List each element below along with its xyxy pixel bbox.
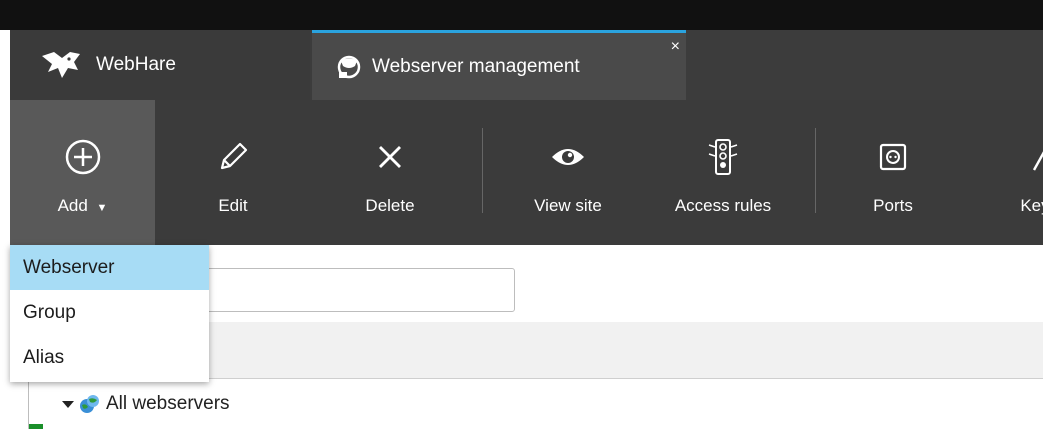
key-button[interactable]: Key xyxy=(1000,100,1043,245)
edit-button[interactable]: Edit xyxy=(183,100,283,245)
ports-button-label: Ports xyxy=(873,196,913,215)
tree-row-all-webservers[interactable]: All webservers xyxy=(28,384,230,424)
delete-button-label: Delete xyxy=(365,196,415,215)
window-top-band xyxy=(0,0,1043,30)
tab-webhare-label: WebHare xyxy=(96,54,176,75)
delete-button[interactable]: Delete xyxy=(340,100,440,245)
plus-circle-icon xyxy=(65,139,100,175)
view-site-button-label: View site xyxy=(534,196,602,215)
tab-webhare[interactable]: WebHare xyxy=(10,30,310,100)
toolbar-separator xyxy=(482,128,483,213)
toolbar-separator xyxy=(815,128,816,213)
dropdown-arrow-icon: ▼ xyxy=(96,202,108,214)
add-button-label: Add xyxy=(57,196,88,215)
search-input[interactable] xyxy=(195,268,515,312)
selection-marker xyxy=(29,424,43,429)
view-site-button[interactable]: View site xyxy=(518,100,618,245)
socket-icon xyxy=(879,143,907,171)
close-tab-icon[interactable]: × xyxy=(671,39,680,55)
menu-item-webserver[interactable]: Webserver xyxy=(10,245,209,290)
tree-row-label: All webservers xyxy=(106,393,230,414)
webhare-logo-icon xyxy=(42,52,80,78)
search-field[interactable] xyxy=(196,269,514,311)
add-button[interactable]: Add ▼ xyxy=(10,100,155,245)
globe-network-icon xyxy=(80,395,99,413)
add-dropdown-menu: Webserver Group Alias xyxy=(10,245,209,382)
menu-item-alias[interactable]: Alias xyxy=(10,335,209,380)
traffic-light-icon xyxy=(708,139,738,175)
tab-bar: WebHare Webserver management × xyxy=(10,30,1043,100)
key-icon xyxy=(1032,151,1043,171)
toolbar: Add ▼ Edit Delete View site Access rules… xyxy=(10,100,1043,245)
access-rules-button-label: Access rules xyxy=(674,196,772,215)
eye-icon xyxy=(552,149,584,165)
expand-arrow-icon[interactable] xyxy=(62,400,74,408)
menu-item-group[interactable]: Group xyxy=(10,290,209,335)
access-rules-button[interactable]: Access rules xyxy=(658,100,788,245)
tab-webserver-management-label: Webserver management xyxy=(372,55,580,77)
edit-button-label: Edit xyxy=(218,196,248,215)
key-button-label: Key xyxy=(1020,196,1043,215)
x-icon xyxy=(379,146,401,168)
tab-webserver-management[interactable]: Webserver management × xyxy=(312,30,686,100)
ports-button[interactable]: Ports xyxy=(848,100,938,245)
pencil-icon xyxy=(220,142,248,170)
webserver-management-icon xyxy=(337,55,361,78)
